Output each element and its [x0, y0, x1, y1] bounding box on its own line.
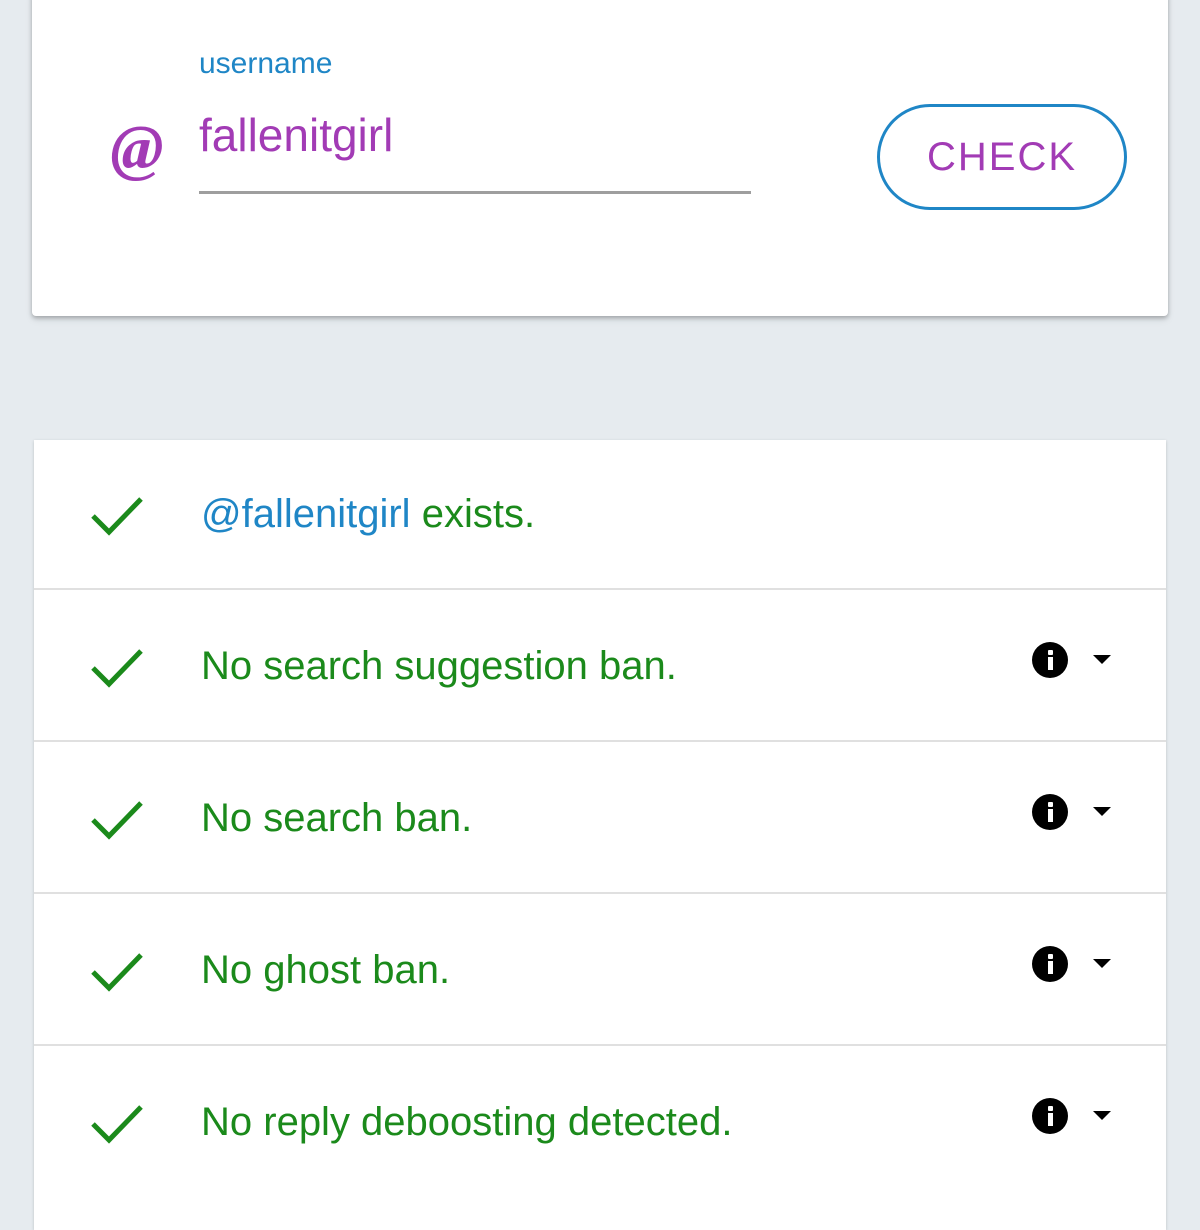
- result-text-exists-suffix: exists.: [410, 492, 536, 536]
- result-row-search-suggestion-ban: No search suggestion ban.: [34, 592, 1166, 742]
- username-handle-link[interactable]: @fallenitgirl: [201, 492, 411, 536]
- checkmark-icon: [91, 1105, 143, 1144]
- result-row-ghost-ban: No ghost ban.: [34, 896, 1166, 1046]
- result-text-search-ban: No search ban.: [201, 796, 473, 840]
- check-button[interactable]: CHECK: [877, 104, 1127, 210]
- dropdown-arrow-icon[interactable]: [1093, 655, 1111, 664]
- result-text-exists: @fallenitgirl exists.: [201, 490, 535, 538]
- info-icon[interactable]: [1032, 946, 1068, 982]
- result-text-search-suggestion-ban: No search suggestion ban.: [201, 644, 677, 688]
- result-row-exists: @fallenitgirl exists.: [34, 440, 1166, 590]
- username-input[interactable]: [199, 108, 751, 194]
- info-icon[interactable]: [1032, 794, 1068, 830]
- checkmark-icon: [91, 801, 143, 840]
- checkmark-icon: [91, 497, 143, 536]
- result-text-ghost-ban: No ghost ban.: [201, 948, 451, 992]
- results-list: @fallenitgirl exists. No search suggesti…: [34, 440, 1166, 1230]
- result-text-reply-deboosting: No reply deboosting detected.: [201, 1100, 733, 1144]
- info-icon[interactable]: [1032, 1098, 1068, 1134]
- username-field-label: username: [199, 47, 333, 80]
- dropdown-arrow-icon[interactable]: [1093, 1111, 1111, 1120]
- result-row-reply-deboosting: No reply deboosting detected.: [34, 1048, 1166, 1198]
- checkmark-icon: [91, 649, 143, 688]
- checkmark-icon: [91, 953, 143, 992]
- at-sign-icon: @: [110, 112, 164, 183]
- dropdown-arrow-icon[interactable]: [1093, 959, 1111, 968]
- username-form-card: username @ CHECK: [32, 0, 1168, 316]
- info-icon[interactable]: [1032, 642, 1068, 678]
- result-row-search-ban: No search ban.: [34, 744, 1166, 894]
- dropdown-arrow-icon[interactable]: [1093, 807, 1111, 816]
